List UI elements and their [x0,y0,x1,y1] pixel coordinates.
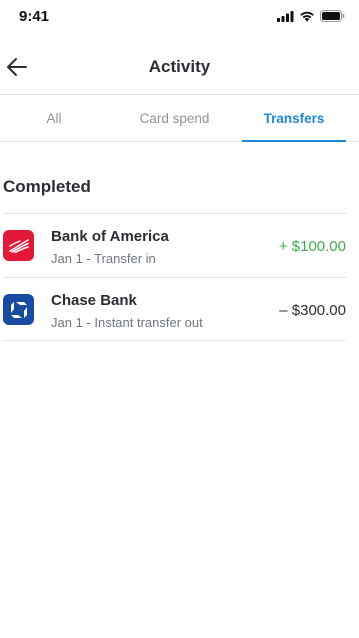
header: Activity [0,44,359,90]
tab-bar: All Card spend Transfers [0,94,359,142]
transfer-list: Bank of America Jan 1 - Transfer in + $1… [3,213,346,341]
signal-icon [277,10,294,22]
tab-transfers[interactable]: Transfers [242,95,346,142]
list-item[interactable]: Bank of America Jan 1 - Transfer in + $1… [3,213,346,277]
active-tab-indicator [242,140,346,142]
bank-name: Bank of America [51,228,169,245]
tab-card-spend[interactable]: Card spend [108,95,241,142]
transaction-amount: – $300.00 [279,302,346,319]
transaction-amount: + $100.00 [278,238,346,255]
status-bar: 9:41 [0,0,359,34]
status-time: 9:41 [19,8,50,25]
wifi-icon [299,11,315,22]
list-item[interactable]: Chase Bank Jan 1 - Instant transfer out … [3,277,346,341]
section-title: Completed [3,177,91,196]
bank-of-america-logo [3,230,34,261]
bank-name: Chase Bank [51,292,137,309]
transaction-subtitle: Jan 1 - Transfer in [51,251,156,266]
chase-logo [3,294,34,325]
transaction-subtitle: Jan 1 - Instant transfer out [51,315,203,330]
tab-all[interactable]: All [0,95,108,142]
page-title: Activity [148,57,211,76]
activity-screen: 9:41 Activity All Card spend Transfers C… [0,0,359,638]
status-icons [277,10,345,22]
battery-icon [320,10,345,22]
